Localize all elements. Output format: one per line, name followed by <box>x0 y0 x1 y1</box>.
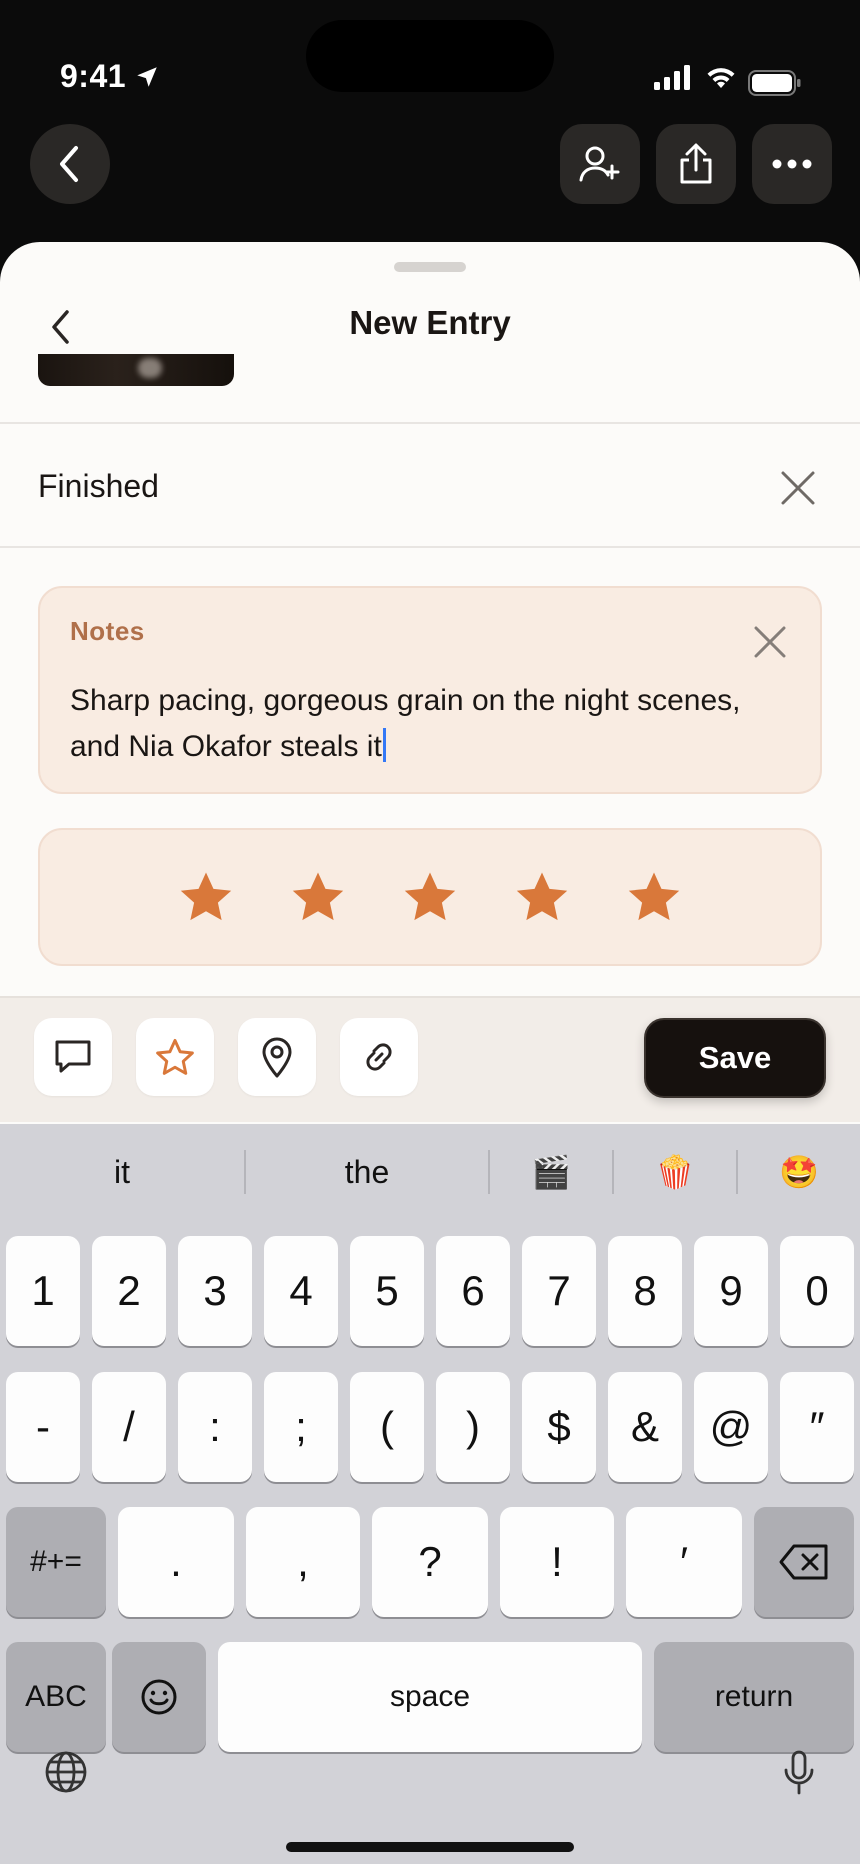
poster-thumbnail <box>38 354 234 386</box>
status-time: 9:41 <box>60 58 127 94</box>
keyboard: it the 🎬 🍿 🤩 1 2 3 4 5 6 7 8 9 0 - / : ;… <box>0 1124 860 1864</box>
status-bar: 9:41 <box>0 0 860 110</box>
emoji-face-icon <box>141 1679 177 1715</box>
key-1[interactable]: 1 <box>6 1236 80 1346</box>
star-4-button[interactable] <box>514 869 570 925</box>
key-more-symbols[interactable]: #+= <box>6 1507 106 1617</box>
key-exclamation[interactable]: ! <box>500 1507 614 1617</box>
key-comma[interactable]: , <box>246 1507 360 1617</box>
suggestion-popcorn-emoji[interactable]: 🍿 <box>614 1146 736 1198</box>
key-apostrophe[interactable]: ′ <box>626 1507 742 1617</box>
star-1-button[interactable] <box>178 869 234 925</box>
key-close-paren[interactable]: ) <box>436 1372 510 1482</box>
suggestion-star-eyes-emoji[interactable]: 🤩 <box>738 1146 860 1198</box>
notes-remove-button[interactable] <box>746 618 794 666</box>
rating-toggle-button[interactable] <box>136 1018 214 1096</box>
delete-backspace-icon <box>779 1544 828 1580</box>
globe-icon[interactable] <box>44 1750 88 1794</box>
key-emoji[interactable] <box>112 1642 206 1752</box>
comment-button[interactable] <box>34 1018 112 1096</box>
key-semicolon[interactable]: ; <box>264 1372 338 1482</box>
key-2[interactable]: 2 <box>92 1236 166 1346</box>
notes-textarea[interactable]: Sharp pacing, gorgeous grain on the nigh… <box>70 678 800 770</box>
add-person-button[interactable] <box>560 124 640 204</box>
wifi-icon <box>707 68 735 88</box>
close-icon <box>754 626 786 658</box>
location-button[interactable] <box>238 1018 316 1096</box>
key-double-quote[interactable]: ″ <box>780 1372 854 1482</box>
notes-card: Notes Sharp pacing, gorgeous grain on th… <box>38 586 822 794</box>
star-2-button[interactable] <box>290 869 346 925</box>
star-3-button[interactable] <box>402 869 458 925</box>
home-indicator[interactable] <box>286 1842 574 1852</box>
link-icon <box>366 1043 392 1071</box>
status-clear-button[interactable] <box>772 462 824 514</box>
suggestion-clapper-emoji[interactable]: 🎬 <box>490 1146 612 1198</box>
sheet-grabber[interactable] <box>394 262 466 272</box>
key-3[interactable]: 3 <box>178 1236 252 1346</box>
more-button[interactable] <box>752 124 832 204</box>
entry-toolbar: Save <box>0 996 860 1122</box>
rating-card <box>38 828 822 966</box>
key-slash[interactable]: / <box>92 1372 166 1482</box>
key-hyphen[interactable]: - <box>6 1372 80 1482</box>
star-filled-icon <box>180 872 232 921</box>
key-7[interactable]: 7 <box>522 1236 596 1346</box>
link-button[interactable] <box>340 1018 418 1096</box>
key-abc[interactable]: ABC <box>6 1642 106 1752</box>
person-add-icon <box>579 146 620 182</box>
location-arrow-icon <box>137 67 157 87</box>
close-icon <box>781 471 815 505</box>
key-delete[interactable] <box>754 1507 854 1617</box>
key-open-paren[interactable]: ( <box>350 1372 424 1482</box>
chevron-left-icon <box>60 146 78 182</box>
microphone-icon[interactable] <box>782 1750 816 1796</box>
notes-heading: Notes <box>70 616 145 646</box>
key-colon[interactable]: : <box>178 1372 252 1482</box>
key-6[interactable]: 6 <box>436 1236 510 1346</box>
star-filled-icon <box>516 872 568 921</box>
key-9[interactable]: 9 <box>694 1236 768 1346</box>
suggestion-the[interactable]: the <box>246 1146 488 1198</box>
share-icon <box>680 143 712 184</box>
back-button[interactable] <box>30 124 110 204</box>
notes-line-2: and Nia Okafor steals it <box>70 730 382 763</box>
speech-bubble-icon <box>55 1040 91 1073</box>
sheet-title: New Entry <box>349 304 511 341</box>
save-button[interactable]: Save <box>644 1018 826 1098</box>
divider <box>0 546 860 548</box>
cellular-signal-icon <box>654 65 690 90</box>
key-0[interactable]: 0 <box>780 1236 854 1346</box>
status-row-label: Finished <box>38 468 159 504</box>
ellipsis-icon <box>772 159 812 169</box>
key-8[interactable]: 8 <box>608 1236 682 1346</box>
star-filled-icon <box>292 872 344 921</box>
key-return[interactable]: return <box>654 1642 854 1752</box>
star-filled-icon <box>628 872 680 921</box>
star-filled-icon <box>404 872 456 921</box>
key-5[interactable]: 5 <box>350 1236 424 1346</box>
key-4[interactable]: 4 <box>264 1236 338 1346</box>
key-space[interactable]: space <box>218 1642 642 1752</box>
suggestion-bar: it the 🎬 🍿 🤩 <box>0 1124 860 1220</box>
location-pin-icon <box>262 1037 292 1078</box>
dynamic-island <box>306 20 554 92</box>
key-dollar[interactable]: $ <box>522 1372 596 1482</box>
text-cursor <box>382 728 386 762</box>
key-ampersand[interactable]: & <box>608 1372 682 1482</box>
share-button[interactable] <box>656 124 736 204</box>
divider <box>0 422 860 424</box>
battery-icon <box>748 70 801 96</box>
star-outline-icon <box>156 1038 194 1075</box>
key-period[interactable]: . <box>118 1507 234 1617</box>
key-question[interactable]: ? <box>372 1507 488 1617</box>
star-5-button[interactable] <box>626 869 682 925</box>
suggestion-it[interactable]: it <box>0 1146 244 1198</box>
notes-line-1: Sharp pacing, gorgeous grain on the nigh… <box>70 684 741 717</box>
key-at[interactable]: @ <box>694 1372 768 1482</box>
